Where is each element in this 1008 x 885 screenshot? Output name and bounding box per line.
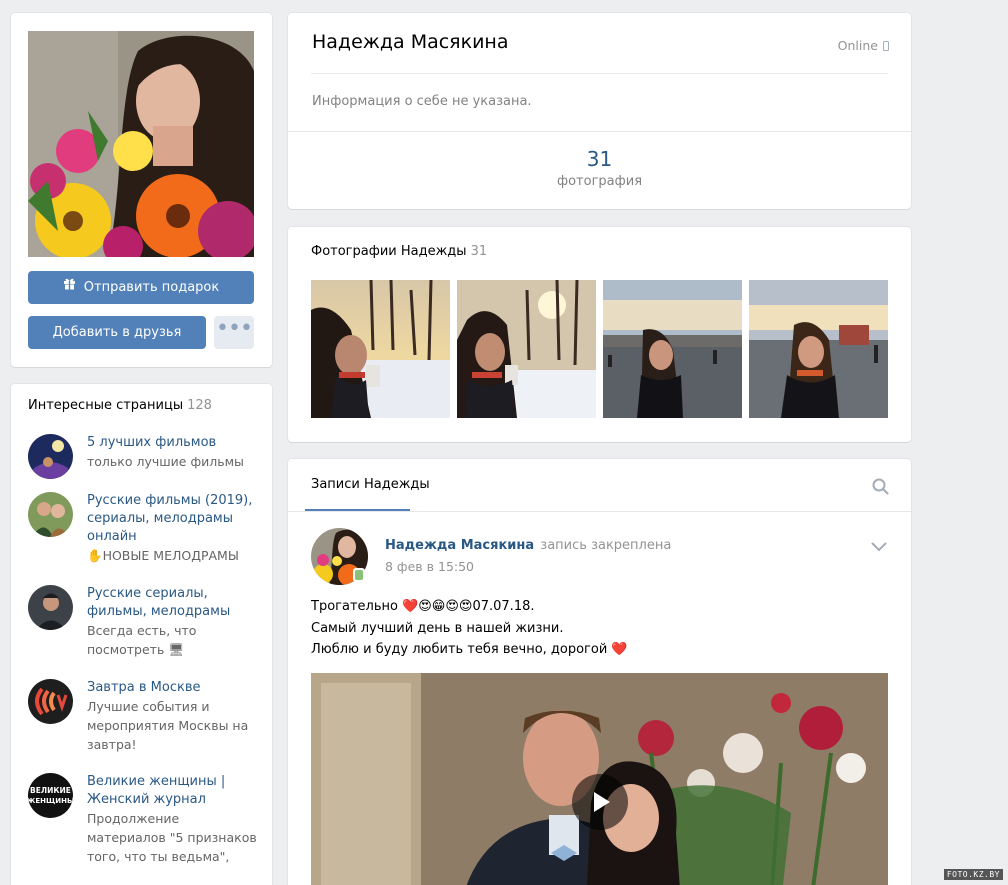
profile-name: Надежда Масякина <box>312 31 509 53</box>
photo-thumbnail[interactable] <box>749 280 888 418</box>
photos-counter[interactable]: 31 фотография <box>288 146 911 192</box>
divider <box>288 131 911 132</box>
svg-text:ЖЕНЩИНЫ: ЖЕНЩИНЫ <box>28 797 73 805</box>
women-magazine-avatar[interactable]: ВЕЛИКИЕ ЖЕНЩИНЫ <box>28 773 73 818</box>
photos-card: Фотографии Надежды 31 <box>288 227 911 442</box>
post-header: Надежда Масякина запись закреплена <box>385 538 671 553</box>
gift-icon <box>63 270 76 303</box>
page-name[interactable]: Завтра в Москве <box>87 679 261 697</box>
interesting-pages-header[interactable]: Интересные страницы 128 <box>28 398 212 413</box>
photos-counter-label: фотография <box>556 174 643 189</box>
search-icon[interactable] <box>872 478 889 499</box>
send-gift-label: Отправить подарок <box>83 280 220 295</box>
more-actions-button[interactable]: ••• <box>214 316 254 349</box>
about-text: Информация о себе не указана. <box>312 94 532 109</box>
wall-card: Записи Надежды Надежда Масякина запись з… <box>288 459 911 885</box>
mobile-icon <box>883 41 889 51</box>
page-name[interactable]: Великие женщины | Женский журнал <box>87 773 261 809</box>
interesting-pages-card: Интересные страницы 128 5 лучших фильмов … <box>11 384 272 885</box>
post-author-name[interactable]: Надежда Масякина <box>385 538 534 553</box>
post-text: Трогательно ❤️😍😁😍😍07.07.18. Самый лучший… <box>311 596 628 661</box>
post-date[interactable]: 8 фев в 15:50 <box>385 559 474 574</box>
photos-count: 31 <box>470 244 488 259</box>
play-button[interactable] <box>572 774 628 830</box>
post-video[interactable] <box>311 673 888 885</box>
tab-wall-posts[interactable]: Записи Надежды <box>288 459 454 511</box>
profile-photo[interactable] <box>28 31 254 257</box>
divider <box>288 511 911 512</box>
photos-counter-value: 31 <box>586 147 613 171</box>
photos-title: Фотографии Надежды <box>311 244 467 259</box>
post-text-line: Трогательно ❤️😍😁😍😍07.07.18. <box>311 599 535 614</box>
photos-header[interactable]: Фотографии Надежды 31 <box>311 244 487 259</box>
svg-text:ВЕЛИКИЕ: ВЕЛИКИЕ <box>30 786 71 795</box>
page-description: ✋НОВЫЕ МЕЛОДРАМЫ <box>87 548 239 563</box>
page-name[interactable]: 5 лучших фильмов <box>87 434 261 452</box>
page-name[interactable]: Русские сериалы, фильмы, мелодрамы <box>87 585 261 621</box>
page-description: только лучшие фильмы <box>87 454 244 469</box>
interesting-pages-title: Интересные страницы <box>28 398 184 413</box>
online-status-label: Online <box>837 38 878 53</box>
page-description: Всегда есть, что посмотреть 🖥 <box>87 623 197 657</box>
mobile-online-icon <box>353 568 365 582</box>
moscow-logo-avatar[interactable] <box>28 679 73 724</box>
online-status: Online <box>838 38 889 53</box>
page-name[interactable]: Русские фильмы (2019), сериалы, мелодрам… <box>87 492 261 546</box>
send-gift-button[interactable]: Отправить подарок <box>28 271 254 304</box>
man-avatar[interactable] <box>28 585 73 630</box>
page-description: Продолжение материалов "5 признаков того… <box>87 811 257 864</box>
post-text-line: Самый лучший день в нашей жизни. <box>311 620 564 636</box>
photo-thumbnail[interactable] <box>603 280 742 418</box>
watermark: FOTO.KZ.BY <box>943 869 1003 880</box>
play-icon <box>594 792 610 812</box>
add-friend-button[interactable]: Добавить в друзья <box>28 316 206 349</box>
photo-thumbnail[interactable] <box>311 280 450 418</box>
couple-avatar[interactable] <box>28 492 73 537</box>
divider <box>311 73 888 74</box>
profile-info-card: Надежда Масякина Online Информация о себ… <box>288 13 911 209</box>
interesting-pages-count: 128 <box>187 398 212 413</box>
page-description: Лучшие события и мероприятия Москвы на з… <box>87 699 249 752</box>
avatar-card: Отправить подарок Добавить в друзья ••• <box>11 13 272 367</box>
post-pinned-label: запись закреплена <box>540 538 672 553</box>
photo-thumbnail[interactable] <box>457 280 596 418</box>
chevron-down-icon[interactable] <box>871 541 887 556</box>
aladdin-avatar[interactable] <box>28 434 73 479</box>
post-text-line: Люблю и буду любить тебя вечно, дорогой … <box>311 642 628 657</box>
